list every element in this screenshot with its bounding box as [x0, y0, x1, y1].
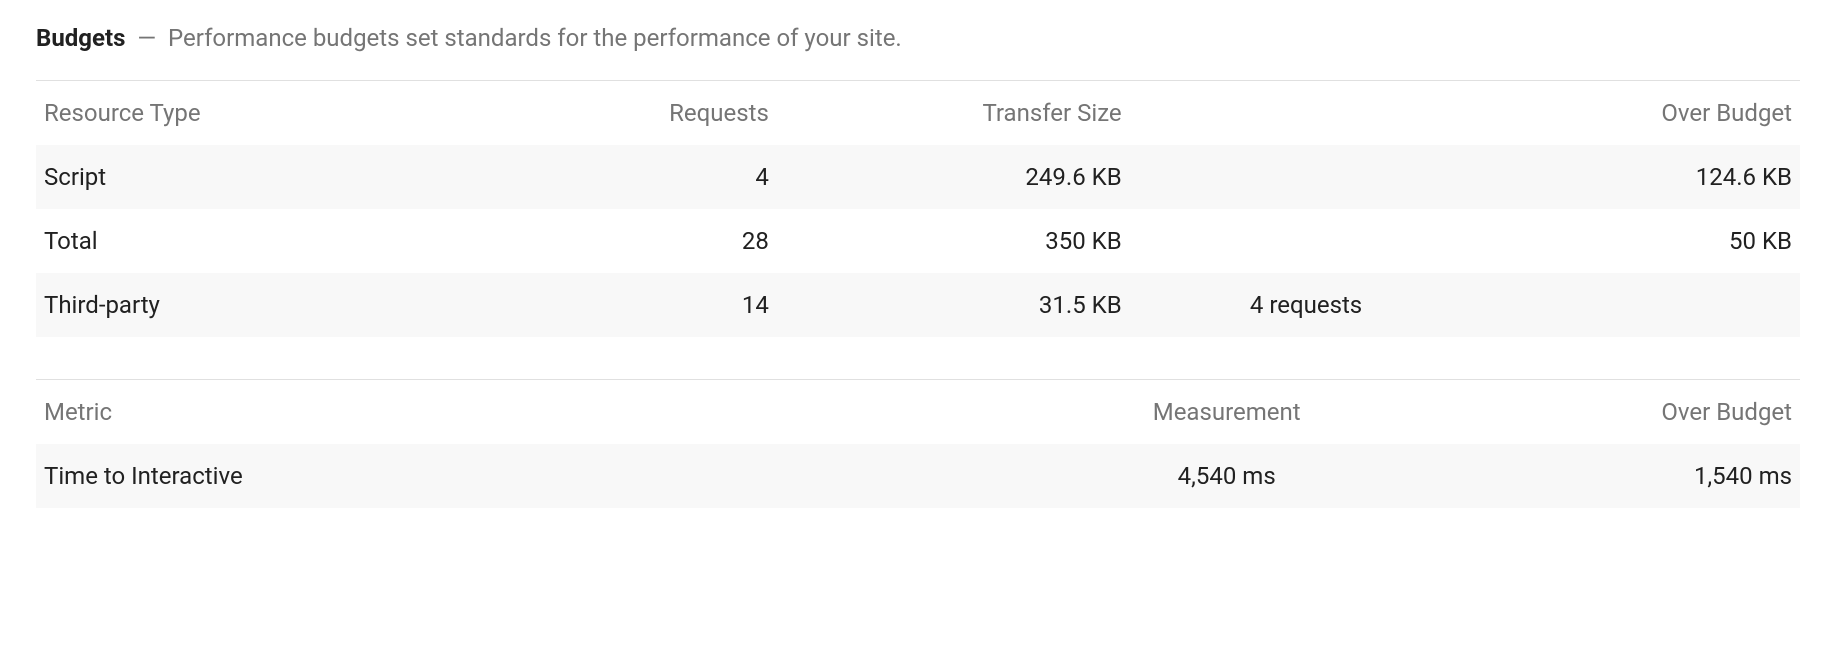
cell-over-budget: 50 KB [1482, 209, 1800, 273]
cell-extra [1130, 145, 1483, 209]
table-header-row: Resource Type Requests Transfer Size Ove… [36, 81, 1800, 146]
cell-metric: Time to Interactive [36, 444, 1006, 508]
cell-extra: 4 requests [1130, 273, 1483, 337]
cell-requests: 28 [530, 209, 777, 273]
section-title: Budgets [36, 24, 125, 52]
cell-over-budget: 124.6 KB [1482, 145, 1800, 209]
metric-budget-table: Metric Measurement Over Budget Time to I… [36, 379, 1800, 508]
header-over-budget: Over Budget [1447, 380, 1800, 445]
table-header-row: Metric Measurement Over Budget [36, 380, 1800, 445]
section-header: Budgets — Performance budgets set standa… [36, 24, 1800, 52]
cell-transfer-size: 249.6 KB [777, 145, 1130, 209]
header-extra [1130, 81, 1483, 146]
cell-over-budget [1482, 273, 1800, 337]
table-row: Total 28 350 KB 50 KB [36, 209, 1800, 273]
cell-transfer-size: 31.5 KB [777, 273, 1130, 337]
cell-resource-type: Third-party [36, 273, 530, 337]
header-resource-type: Resource Type [36, 81, 530, 146]
cell-measurement: 4,540 ms [1006, 444, 1447, 508]
cell-transfer-size: 350 KB [777, 209, 1130, 273]
header-metric: Metric [36, 380, 1006, 445]
table-row: Time to Interactive 4,540 ms 1,540 ms [36, 444, 1800, 508]
resource-budget-table: Resource Type Requests Transfer Size Ove… [36, 80, 1800, 337]
table-row: Script 4 249.6 KB 124.6 KB [36, 145, 1800, 209]
section-description: Performance budgets set standards for th… [168, 24, 902, 52]
section-separator: — [137, 24, 156, 52]
header-measurement: Measurement [1006, 380, 1447, 445]
cell-requests: 14 [530, 273, 777, 337]
cell-resource-type: Total [36, 209, 530, 273]
header-requests: Requests [530, 81, 777, 146]
header-transfer-size: Transfer Size [777, 81, 1130, 146]
cell-extra [1130, 209, 1483, 273]
cell-over-budget: 1,540 ms [1447, 444, 1800, 508]
cell-requests: 4 [530, 145, 777, 209]
table-row: Third-party 14 31.5 KB 4 requests [36, 273, 1800, 337]
cell-resource-type: Script [36, 145, 530, 209]
header-over-budget: Over Budget [1482, 81, 1800, 146]
